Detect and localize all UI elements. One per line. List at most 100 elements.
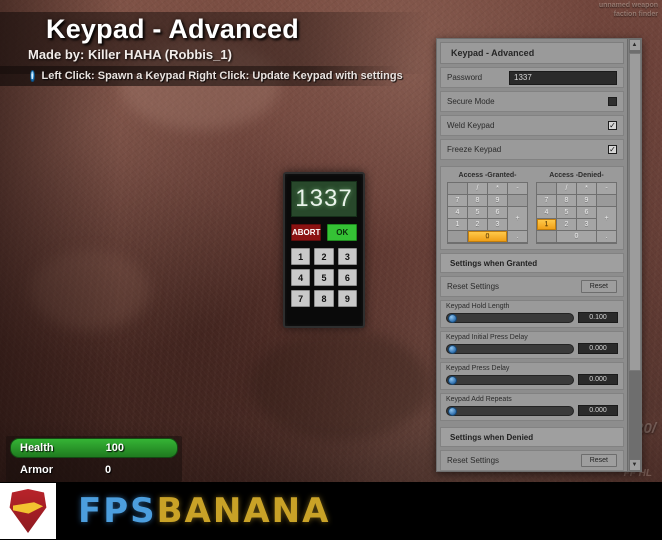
slider-line: 0.000 <box>446 374 618 385</box>
slider-knob[interactable] <box>448 375 457 385</box>
slider-keypad-press-delay[interactable]: Keypad Press Delay 0.000 <box>440 362 624 390</box>
numpad-key-/[interactable]: / <box>557 183 576 194</box>
slider-knob[interactable] <box>448 344 457 354</box>
granted-reset-label: Reset Settings <box>447 282 500 291</box>
slider-label: Keypad Add Repeats <box>446 396 512 403</box>
slider-label: Keypad Hold Length <box>446 303 510 310</box>
numpad-key-+[interactable]: + <box>597 207 616 230</box>
scrollbar-track[interactable] <box>628 51 641 459</box>
numpad-key-4[interactable]: 4 <box>448 207 467 218</box>
granted-sliders: Keypad Hold Length 0.100 Keypad Initial Pr… <box>440 300 624 424</box>
numpad-key-8[interactable]: 8 <box>468 195 487 206</box>
slider-value[interactable]: 0.000 <box>578 343 618 354</box>
numpad-key-.[interactable]: . <box>597 231 616 242</box>
numpad-key-3[interactable]: 3 <box>577 219 596 230</box>
slider-value[interactable]: 0.100 <box>578 312 618 323</box>
denied-reset-button[interactable]: Reset <box>580 454 617 467</box>
slider-track[interactable] <box>446 312 574 323</box>
granted-section-heading: Settings when Granted <box>440 253 624 273</box>
granted-reset-button[interactable]: Reset <box>580 280 617 293</box>
scrollbar-thumb[interactable] <box>628 53 641 372</box>
keypad-key-2[interactable]: 2 <box>314 248 334 265</box>
numpad-key-2[interactable]: 2 <box>468 219 487 230</box>
keypad-abort-button[interactable]: ABORT <box>291 224 322 241</box>
toggle-label: Weld Keypad <box>447 121 495 130</box>
numpad-key-+[interactable]: + <box>508 207 527 230</box>
slider-value[interactable]: 0.000 <box>578 405 618 416</box>
keypad-ok-button[interactable]: OK <box>327 224 357 241</box>
numpad-key--[interactable]: - <box>597 183 616 194</box>
numpad-key-blank <box>537 231 556 242</box>
keypad-key-5[interactable]: 5 <box>314 269 334 286</box>
numpad-key-0[interactable]: 0 <box>468 231 507 242</box>
numpad-key-*[interactable]: * <box>488 183 507 194</box>
slider-track[interactable] <box>446 405 574 416</box>
numpad-key-7[interactable]: 7 <box>537 195 556 206</box>
corner-hud-line1: unnamed weapon <box>598 2 658 9</box>
numpad-key-9[interactable]: 9 <box>488 195 507 206</box>
health-value: 100 <box>105 442 124 454</box>
numpad-key-1[interactable]: 1 <box>537 219 556 230</box>
numpad-key-1[interactable]: 1 <box>448 219 467 230</box>
numpad-key-2[interactable]: 2 <box>557 219 576 230</box>
keypad-key-4[interactable]: 4 <box>291 269 311 286</box>
scroll-up-arrow-icon[interactable]: ▲ <box>628 39 641 51</box>
keypad-key-8[interactable]: 8 <box>314 290 334 307</box>
keypad-prop[interactable]: 1337 ABORT OK 123 456 789 <box>283 172 365 328</box>
game-screenshot: Keypad - Advanced Made by: Killer HAHA (… <box>0 0 662 540</box>
checkbox-weld-keypad[interactable]: ✓ <box>608 121 617 130</box>
numpad-key-5[interactable]: 5 <box>557 207 576 218</box>
site-watermark: FPSBANANA <box>0 482 662 540</box>
denied-section-heading: Settings when Denied <box>440 427 624 447</box>
numpad-key-3[interactable]: 3 <box>488 219 507 230</box>
keypad-key-7[interactable]: 7 <box>291 290 311 307</box>
numpad: / * - 7 8 9 4 5 6 +1 2 3 0. <box>536 182 617 244</box>
slider-track[interactable] <box>446 374 574 385</box>
numpad-key-0[interactable]: 0 <box>557 231 596 242</box>
numpad-key-6[interactable]: 6 <box>577 207 596 218</box>
keypad-key-grid: 123 456 789 <box>291 248 357 307</box>
slider-label: Keypad Initial Press Delay <box>446 334 528 341</box>
watermark-fps: FPS <box>78 491 157 531</box>
checkbox-secure-mode[interactable] <box>608 97 617 106</box>
numpad-key-5[interactable]: 5 <box>468 207 487 218</box>
keypad-key-1[interactable]: 1 <box>291 248 311 265</box>
scroll-down-arrow-icon[interactable]: ▼ <box>628 459 641 471</box>
slider-keypad-add-repeats[interactable]: Keypad Add Repeats 0.000 <box>440 393 624 421</box>
numpad-key-*[interactable]: * <box>577 183 596 194</box>
toggle-row-weld-keypad[interactable]: Weld Keypad ✓ <box>440 115 624 136</box>
slider-knob[interactable] <box>448 406 457 416</box>
toggle-row-freeze-keypad[interactable]: Freeze Keypad ✓ <box>440 139 624 160</box>
numpad-key-8[interactable]: 8 <box>557 195 576 206</box>
slider-value[interactable]: 0.000 <box>578 374 618 385</box>
toggle-row-secure-mode[interactable]: Secure Mode <box>440 91 624 112</box>
page-title: Keypad - Advanced <box>46 14 299 44</box>
denied-reset-row: Reset Settings Reset <box>440 450 624 471</box>
numpad-key-blank <box>537 183 556 194</box>
checkbox-freeze-keypad[interactable]: ✓ <box>608 145 617 154</box>
slider-knob[interactable] <box>448 313 457 323</box>
numpad-key-7[interactable]: 7 <box>448 195 467 206</box>
slider-keypad-initial-press-delay[interactable]: Keypad Initial Press Delay 0.000 <box>440 331 624 359</box>
slider-track[interactable] <box>446 343 574 354</box>
author-credit: Made by: Killer HAHA (Robbis_1) <box>28 47 232 62</box>
slider-keypad-hold-length[interactable]: Keypad Hold Length 0.100 <box>440 300 624 328</box>
numpad-key-6[interactable]: 6 <box>488 207 507 218</box>
keypad-key-3[interactable]: 3 <box>337 248 357 265</box>
numpad-key-blank <box>448 231 467 242</box>
toggle-label: Secure Mode <box>447 97 495 106</box>
access-grid-granted: Access -Granted- / * - 7 8 9 4 5 6 +1 2 3 0. <box>447 172 528 244</box>
keypad-display: 1337 <box>291 181 357 217</box>
slider-line: 0.000 <box>446 405 618 416</box>
panel-scrollbar[interactable]: ▲ ▼ <box>627 39 641 471</box>
settings-panel[interactable]: Keypad - Advanced Password 1337 Secure M… <box>436 38 642 472</box>
numpad-key--[interactable]: - <box>508 183 527 194</box>
armor-label: Armor <box>20 464 54 476</box>
numpad-key-9[interactable]: 9 <box>577 195 596 206</box>
numpad-key-4[interactable]: 4 <box>537 207 556 218</box>
password-input[interactable]: 1337 <box>509 70 617 85</box>
keypad-key-9[interactable]: 9 <box>337 290 357 307</box>
keypad-key-6[interactable]: 6 <box>337 269 357 286</box>
numpad-key-.[interactable]: . <box>508 231 527 242</box>
numpad-key-/[interactable]: / <box>468 183 487 194</box>
